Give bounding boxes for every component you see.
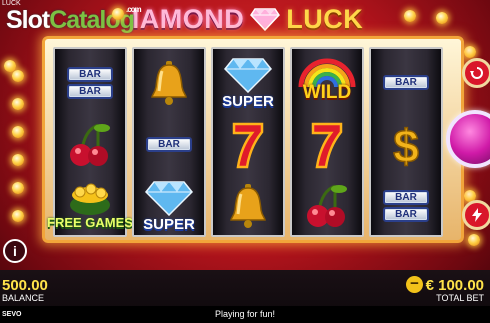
- reel-2: BAR SUPER: [132, 47, 206, 237]
- symbol-free-games: FREE GAMES: [47, 174, 133, 237]
- turbo-icon: [472, 208, 482, 222]
- reel-1: BAR BAR FREE GAMES: [47, 47, 133, 237]
- footer: SEVO Playing for fun!: [0, 306, 490, 323]
- marquee-bulb: [12, 98, 24, 110]
- super-label: SUPER: [222, 93, 274, 110]
- bell-icon: [213, 174, 283, 237]
- game-title: IAMOND LUCK: [110, 2, 385, 36]
- cherries-icon: [55, 113, 125, 176]
- diamond-icon: [144, 180, 194, 216]
- marquee-bulb: [436, 12, 448, 24]
- marquee-bulb: [468, 234, 480, 246]
- marquee-bulb: [112, 8, 124, 20]
- symbol-diamond-super: SUPER: [213, 51, 283, 114]
- marquee-bulb: [12, 154, 24, 166]
- cherries-icon: [292, 174, 362, 237]
- reel-frame: BAR BAR FREE GAMES BAR SUPER SUPER WILD …: [42, 36, 464, 243]
- super-label: SUPER: [143, 216, 195, 233]
- seven-icon: [213, 113, 283, 176]
- title-right-text: LUCK: [286, 3, 364, 34]
- turbo-button[interactable]: [462, 200, 490, 230]
- svg-text:$: $: [393, 120, 419, 170]
- marquee-bulb: [12, 182, 24, 194]
- reel-3: SUPER: [211, 47, 285, 237]
- wild-label: WILD: [302, 82, 352, 103]
- diamond-icon: [250, 8, 281, 31]
- seven-icon: [292, 113, 362, 176]
- dollar-icon: $: [371, 113, 441, 176]
- marquee-bulb: [12, 210, 24, 222]
- provider-brand: SEVO: [2, 311, 22, 318]
- symbol-diamond-super: SUPER: [134, 174, 204, 237]
- total-bet-label: TOTAL BET: [436, 293, 484, 303]
- marquee-bulb: [404, 10, 416, 22]
- reel-4: WILD: [290, 47, 364, 237]
- footer-message: Playing for fun!: [214, 309, 276, 319]
- info-button[interactable]: i: [3, 239, 27, 263]
- bell-icon: [134, 51, 204, 114]
- reel-5: BAR $ BAR BAR: [369, 47, 443, 237]
- symbol-rainbow-wild: WILD: [292, 51, 362, 114]
- bet-decrease-button[interactable]: −: [406, 276, 423, 293]
- balance-value: 500.00: [2, 277, 48, 294]
- diamond-icon: [223, 57, 273, 93]
- symbol-bar-double: BAR BAR: [55, 51, 125, 114]
- autoplay-icon: [470, 67, 483, 79]
- symbol-bar-double: BAR BAR: [371, 174, 441, 237]
- marquee-bulb: [12, 126, 24, 138]
- title-left-text: IAMOND: [131, 3, 245, 34]
- free-games-label: FREE GAMES: [47, 215, 133, 230]
- gold-pot-icon: [70, 183, 110, 215]
- autoplay-button[interactable]: [462, 58, 490, 88]
- total-bet-value: € 100.00: [425, 277, 484, 294]
- balance-label: BALANCE: [2, 293, 45, 303]
- symbol-bar-single: BAR: [134, 113, 204, 176]
- marquee-bulb: [12, 70, 24, 82]
- symbol-bar-single: BAR: [371, 51, 441, 114]
- marquee-bulb: [464, 46, 476, 58]
